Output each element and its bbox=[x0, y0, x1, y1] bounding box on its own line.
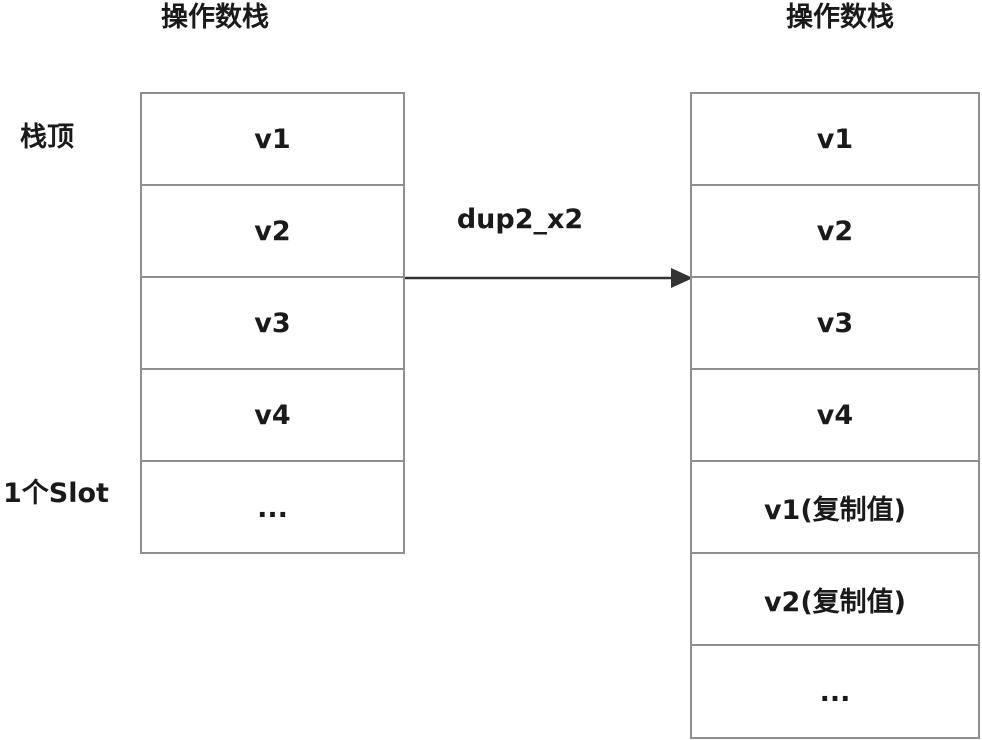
left-stack-cell: v2 bbox=[142, 186, 403, 278]
instruction-label: dup2_x2 bbox=[456, 204, 584, 235]
right-stack-cell: v1(复制值) bbox=[692, 462, 978, 554]
left-operand-stack: v1 v2 v3 v4 ... bbox=[140, 92, 405, 554]
right-stack-cell: v1 bbox=[692, 94, 978, 186]
left-stack-cell: v4 bbox=[142, 370, 403, 462]
right-stack-cell: ... bbox=[819, 676, 851, 708]
right-stack-cell: v3 bbox=[692, 278, 978, 370]
right-stack-cell: v2 bbox=[692, 186, 978, 278]
right-stack-cell: v4 bbox=[692, 370, 978, 462]
slot-label: 1个Slot bbox=[3, 478, 109, 509]
left-stack-cell: v3 bbox=[142, 278, 403, 370]
arrow-icon bbox=[405, 268, 693, 288]
right-stack-cell: v2(复制值) bbox=[692, 554, 978, 646]
right-operand-stack: v1 v2 v3 v4 v1(复制值) v2(复制值) ... bbox=[690, 92, 980, 739]
left-stack-title: 操作数栈 bbox=[161, 2, 269, 33]
stack-top-label: 栈顶 bbox=[20, 122, 74, 153]
left-stack-cell: ... bbox=[257, 492, 288, 524]
left-stack-cell: v1 bbox=[142, 94, 403, 186]
right-stack-title: 操作数栈 bbox=[786, 2, 894, 33]
